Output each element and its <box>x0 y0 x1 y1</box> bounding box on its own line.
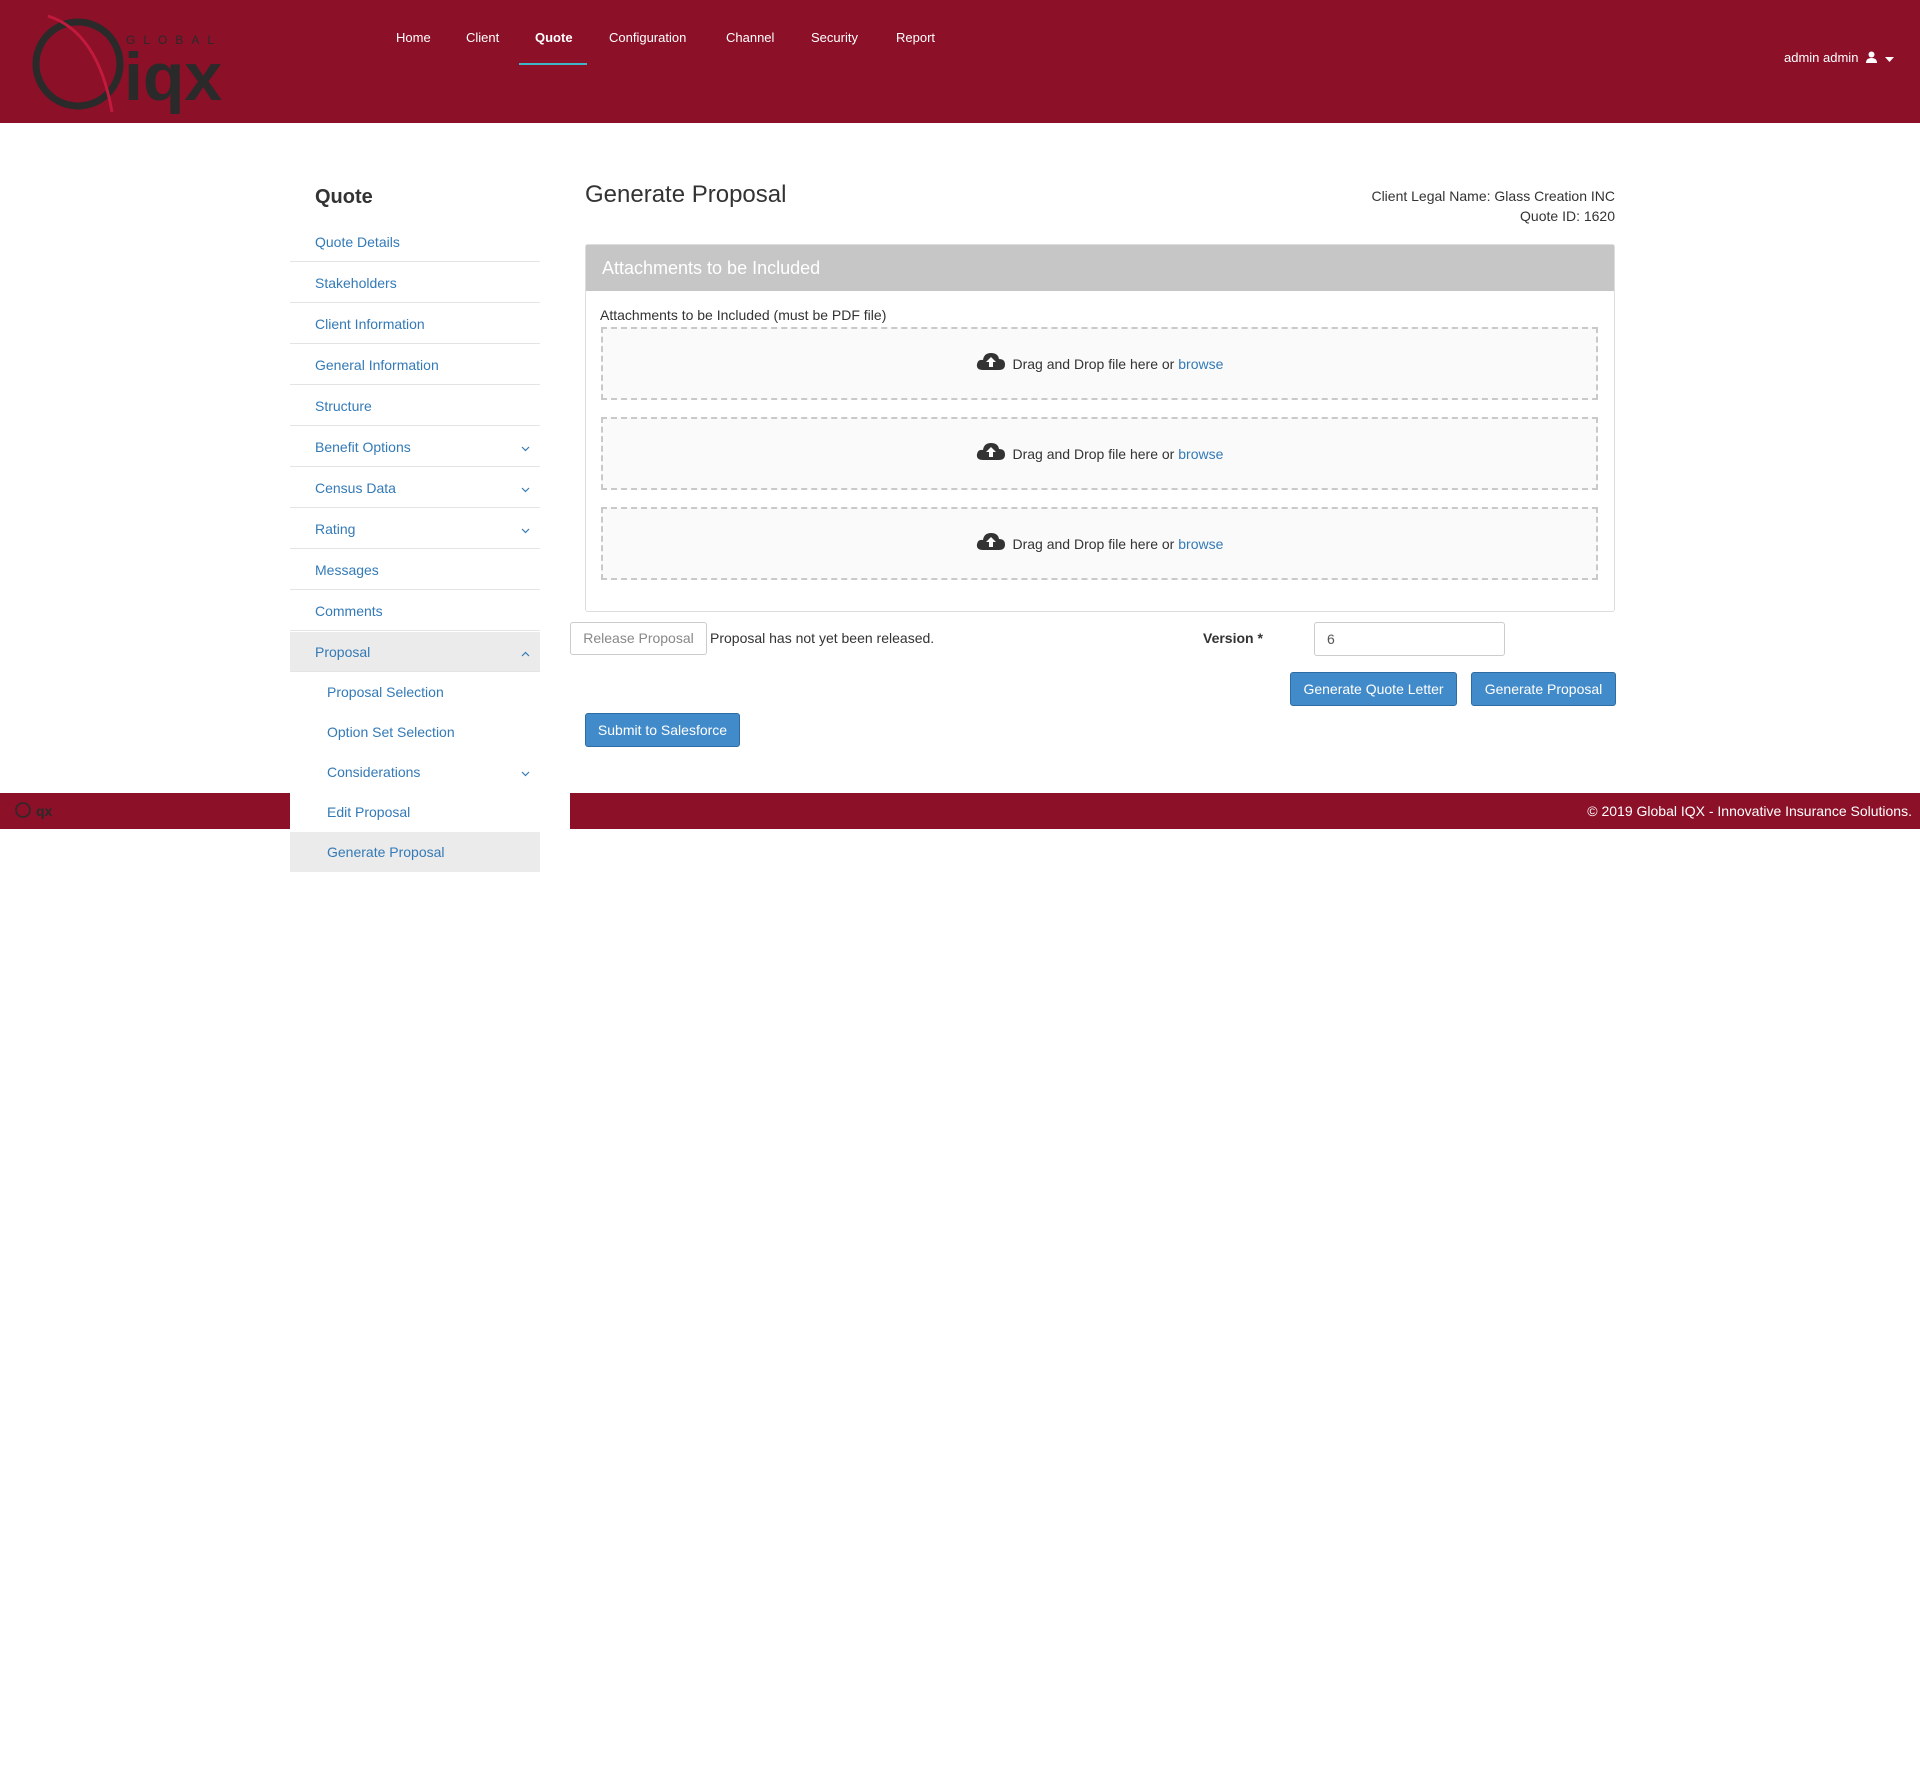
caret-down-icon <box>1884 57 1894 62</box>
browse-link[interactable]: browse <box>1178 536 1223 552</box>
sidebar-title: Quote <box>315 186 373 208</box>
logo-graphic: GLOBAL iqx <box>32 14 222 115</box>
sidebar-item-label: Generate Proposal <box>327 844 445 860</box>
sidebar-item-benefit-options[interactable]: Benefit Options <box>290 427 540 467</box>
footer: © 2019 Global IQX - Innovative Insurance… <box>570 793 1920 829</box>
file-dropzone[interactable]: Drag and Drop file here or browse <box>601 507 1598 580</box>
user-menu[interactable]: admin admin <box>1784 50 1894 65</box>
sidebar-item-label: Comments <box>315 603 383 619</box>
sidebar-item-label: Proposal Selection <box>327 684 444 700</box>
top-navbar: GLOBAL iqx Home Client Quote Configurati… <box>0 0 1920 123</box>
sidebar-subitem-proposal-selection[interactable]: Proposal Selection <box>290 672 540 712</box>
sidebar-subitem-option-set-selection[interactable]: Option Set Selection <box>290 712 540 752</box>
sidebar-subitem-generate-proposal[interactable]: Generate Proposal <box>290 832 540 872</box>
sidebar-item-comments[interactable]: Comments <box>290 591 540 631</box>
global-iqx-logo[interactable]: GLOBAL iqx <box>28 12 233 117</box>
dropzone-text: Drag and Drop file here or <box>1012 536 1175 552</box>
sidebar-item-label: Messages <box>315 562 379 578</box>
panel-heading: Attachments to be Included <box>586 245 1614 291</box>
quote-id: Quote ID: 1620 <box>1520 208 1615 224</box>
nav-configuration[interactable]: Configuration <box>609 30 686 45</box>
sidebar-item-label: Quote Details <box>315 234 400 250</box>
chevron-down-icon <box>521 427 530 467</box>
nav-quote[interactable]: Quote <box>535 30 573 45</box>
sidebar-item-structure[interactable]: Structure <box>290 386 540 426</box>
user-icon <box>1866 51 1878 63</box>
sidebar-item-messages[interactable]: Messages <box>290 550 540 590</box>
chevron-up-icon <box>521 632 530 672</box>
logo-iqx-text: iqx <box>124 39 222 115</box>
chevron-down-icon <box>521 468 530 508</box>
nav-active-indicator <box>519 63 587 65</box>
client-info: Client Legal Name: Glass Creation INC Qu… <box>1371 186 1615 226</box>
version-label: Version * <box>1203 630 1263 646</box>
client-legal-name: Client Legal Name: Glass Creation INC <box>1371 188 1615 204</box>
sidebar-item-client-information[interactable]: Client Information <box>290 304 540 344</box>
cloud-upload-icon <box>976 353 1005 370</box>
file-dropzone[interactable]: Drag and Drop file here or browse <box>601 327 1598 400</box>
sidebar-item-quote-details[interactable]: Quote Details <box>290 222 540 262</box>
nav-security[interactable]: Security <box>811 30 858 45</box>
browse-link[interactable]: browse <box>1178 446 1223 462</box>
copyright-text: © 2019 Global IQX - Innovative Insurance… <box>1587 803 1912 819</box>
release-proposal-button[interactable]: Release Proposal <box>570 622 707 655</box>
generate-quote-letter-button[interactable]: Generate Quote Letter <box>1290 672 1457 706</box>
sidebar-item-label: Rating <box>315 521 356 537</box>
sidebar-item-label: Client Information <box>315 316 425 332</box>
submit-to-salesforce-button[interactable]: Submit to Salesforce <box>585 713 740 747</box>
sidebar-item-stakeholders[interactable]: Stakeholders <box>290 263 540 303</box>
sidebar-item-rating[interactable]: Rating <box>290 509 540 549</box>
sidebar-item-label: Option Set Selection <box>327 724 455 740</box>
nav-client[interactable]: Client <box>466 30 499 45</box>
page-title: Generate Proposal <box>585 181 787 208</box>
sidebar-item-census-data[interactable]: Census Data <box>290 468 540 508</box>
cloud-upload-icon <box>976 533 1005 550</box>
generate-proposal-button[interactable]: Generate Proposal <box>1471 672 1616 706</box>
nav-channel[interactable]: Channel <box>726 30 774 45</box>
sidebar-item-label: Benefit Options <box>315 439 411 455</box>
cloud-upload-icon <box>976 443 1005 460</box>
sidebar-subitem-edit-proposal[interactable]: Edit Proposal <box>290 792 540 832</box>
sidebar-item-label: Considerations <box>327 764 421 780</box>
chevron-down-icon <box>521 752 530 792</box>
release-status-text: Proposal has not yet been released. <box>710 630 935 646</box>
sidebar-item-label: Stakeholders <box>315 275 397 291</box>
version-input[interactable] <box>1314 622 1505 656</box>
user-name: admin admin <box>1784 50 1859 65</box>
nav-report[interactable]: Report <box>896 30 935 45</box>
nav-home[interactable]: Home <box>396 30 431 45</box>
browse-link[interactable]: browse <box>1178 356 1223 372</box>
sidebar-item-label: Edit Proposal <box>327 804 411 820</box>
footer-logo: qx <box>14 801 54 824</box>
sidebar-item-proposal[interactable]: Proposal <box>290 632 540 672</box>
footer-logo-text: qx <box>36 803 53 819</box>
sidebar-item-label: General Information <box>315 357 439 373</box>
footer-left: qx <box>0 793 290 829</box>
dropzone-text: Drag and Drop file here or <box>1012 356 1175 372</box>
sidebar-subitem-considerations[interactable]: Considerations <box>290 752 540 792</box>
sidebar-item-general-information[interactable]: General Information <box>290 345 540 385</box>
chevron-down-icon <box>521 509 530 549</box>
file-dropzone[interactable]: Drag and Drop file here or browse <box>601 417 1598 490</box>
sidebar-item-label: Census Data <box>315 480 396 496</box>
sidebar-item-label: Structure <box>315 398 372 414</box>
dropzone-text: Drag and Drop file here or <box>1012 446 1175 462</box>
attachments-label: Attachments to be Included (must be PDF … <box>600 307 887 323</box>
sidebar-item-label: Proposal <box>315 644 371 660</box>
